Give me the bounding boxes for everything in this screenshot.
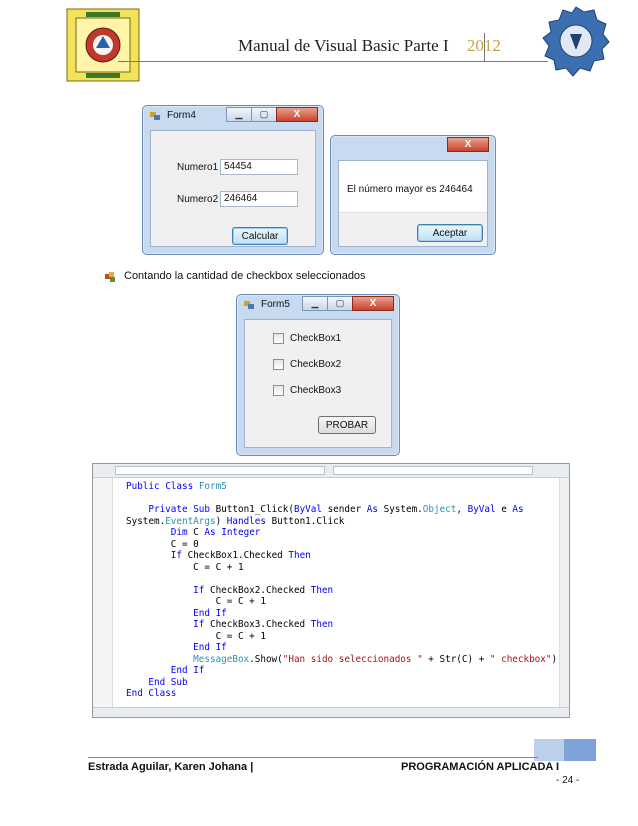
messagebox-message: El número mayor es 246464 [347, 184, 473, 195]
calcular-button[interactable]: Calcular [232, 227, 288, 245]
checkbox2-box[interactable] [273, 359, 284, 370]
checkbox2[interactable]: CheckBox2 [273, 359, 341, 370]
checkbox1-box[interactable] [273, 333, 284, 344]
university-logo [66, 8, 140, 82]
code-line: End Class [126, 688, 177, 699]
checkbox3-label: CheckBox3 [290, 385, 342, 396]
form5-title: Form5 [261, 299, 290, 310]
code-line: End If [193, 607, 227, 619]
code-text: Public Class Form5 Private Sub Button1_C… [126, 481, 557, 700]
checkbox2-label: CheckBox2 [290, 359, 342, 370]
form4-titlebar[interactable]: Form4 ▁ ▢ X [143, 106, 323, 128]
code-line: End If [193, 642, 227, 653]
form5-client-area: CheckBox1 CheckBox2 CheckBox3 PROBAR [244, 319, 392, 448]
code-line: C = 0 [170, 538, 199, 550]
footer-course: PROGRAMACIÓN APLICADA I [401, 761, 560, 773]
close-button[interactable]: X [276, 107, 318, 122]
header-rule [118, 61, 548, 62]
footer-decoration [534, 739, 596, 761]
page-number: - 24 - [556, 775, 580, 786]
checkbox1[interactable]: CheckBox1 [273, 333, 341, 344]
bullet-icon [105, 270, 116, 282]
code-line: C = C + 1 [193, 561, 244, 573]
form4-title: Form4 [167, 110, 196, 121]
code-line: C = C + 1 [215, 630, 266, 642]
messagebox-close-button[interactable]: X [447, 137, 489, 152]
method-dropdown[interactable] [333, 466, 533, 475]
numero2-label: Numero2 [177, 194, 219, 205]
messagebox-window: X El número mayor es 246464 Aceptar [330, 135, 496, 255]
document-header-title: Manual de Visual Basic Parte I 2012 [238, 36, 501, 56]
close-button[interactable]: X [352, 296, 394, 311]
footer-author: Estrada Aguilar, Karen Johana | [88, 761, 254, 773]
numero1-textbox[interactable]: 54454 [220, 159, 298, 175]
form-app-icon [150, 112, 160, 120]
messagebox-client-area: El número mayor es 246464 Aceptar [338, 160, 488, 247]
code-line: If CheckBox2.Checked Then [193, 584, 334, 596]
institution-gear-logo [540, 4, 612, 84]
code-line: System.EventArgs) Handles Button1.Click [126, 515, 345, 527]
code-line: C = C + 1 [215, 596, 266, 607]
code-line: If CheckBox1.Checked Then [170, 550, 311, 561]
numero2-textbox[interactable]: 246464 [220, 191, 298, 207]
header-separator [484, 33, 485, 61]
checkbox3[interactable]: CheckBox3 [273, 385, 341, 396]
form4-client-area: Numero1 54454 Numero2 246464 Calcular [150, 130, 316, 247]
footer-rule [88, 757, 538, 758]
class-dropdown[interactable] [115, 466, 325, 475]
checkbox3-box[interactable] [273, 385, 284, 396]
code-line: MessageBox.Show("Han sido seleccionados … [193, 653, 558, 665]
messagebox-titlebar[interactable]: X [331, 136, 495, 158]
form4-window: Form4 ▁ ▢ X Numero1 54454 Numero2 246464… [142, 105, 324, 255]
header-title-text: Manual de Visual Basic Parte I [238, 36, 449, 55]
form-app-icon [244, 301, 254, 309]
form5-titlebar[interactable]: Form5 ▁ ▢ X [237, 295, 399, 317]
code-editor-vertical-scrollbar[interactable] [559, 478, 569, 707]
code-line: End If [170, 665, 205, 676]
numero1-label: Numero1 [177, 162, 219, 173]
maximize-button[interactable]: ▢ [327, 296, 353, 311]
code-editor-horizontal-scrollbar[interactable] [93, 707, 569, 717]
maximize-button[interactable]: ▢ [251, 107, 277, 122]
code-editor-toolbar [93, 464, 569, 478]
code-line: If CheckBox3.Checked Then [193, 619, 334, 630]
probar-button[interactable]: PROBAR [318, 416, 376, 434]
minimize-button[interactable]: ▁ [226, 107, 252, 122]
code-line: Public Class Form5 [126, 481, 227, 492]
code-editor-gutter [93, 478, 113, 707]
code-line: Dim C As Integer [170, 527, 261, 538]
code-line: Private Sub Button1_Click(ByVal sender A… [148, 504, 524, 515]
code-line: End Sub [148, 676, 188, 688]
code-editor: Public Class Form5 Private Sub Button1_C… [92, 463, 570, 718]
form5-window: Form5 ▁ ▢ X CheckBox1 CheckBox2 CheckBox… [236, 294, 400, 456]
bullet-text: Contando la cantidad de checkbox selecci… [124, 270, 366, 282]
aceptar-button[interactable]: Aceptar [417, 224, 483, 242]
minimize-button[interactable]: ▁ [302, 296, 328, 311]
checkbox1-label: CheckBox1 [290, 333, 342, 344]
